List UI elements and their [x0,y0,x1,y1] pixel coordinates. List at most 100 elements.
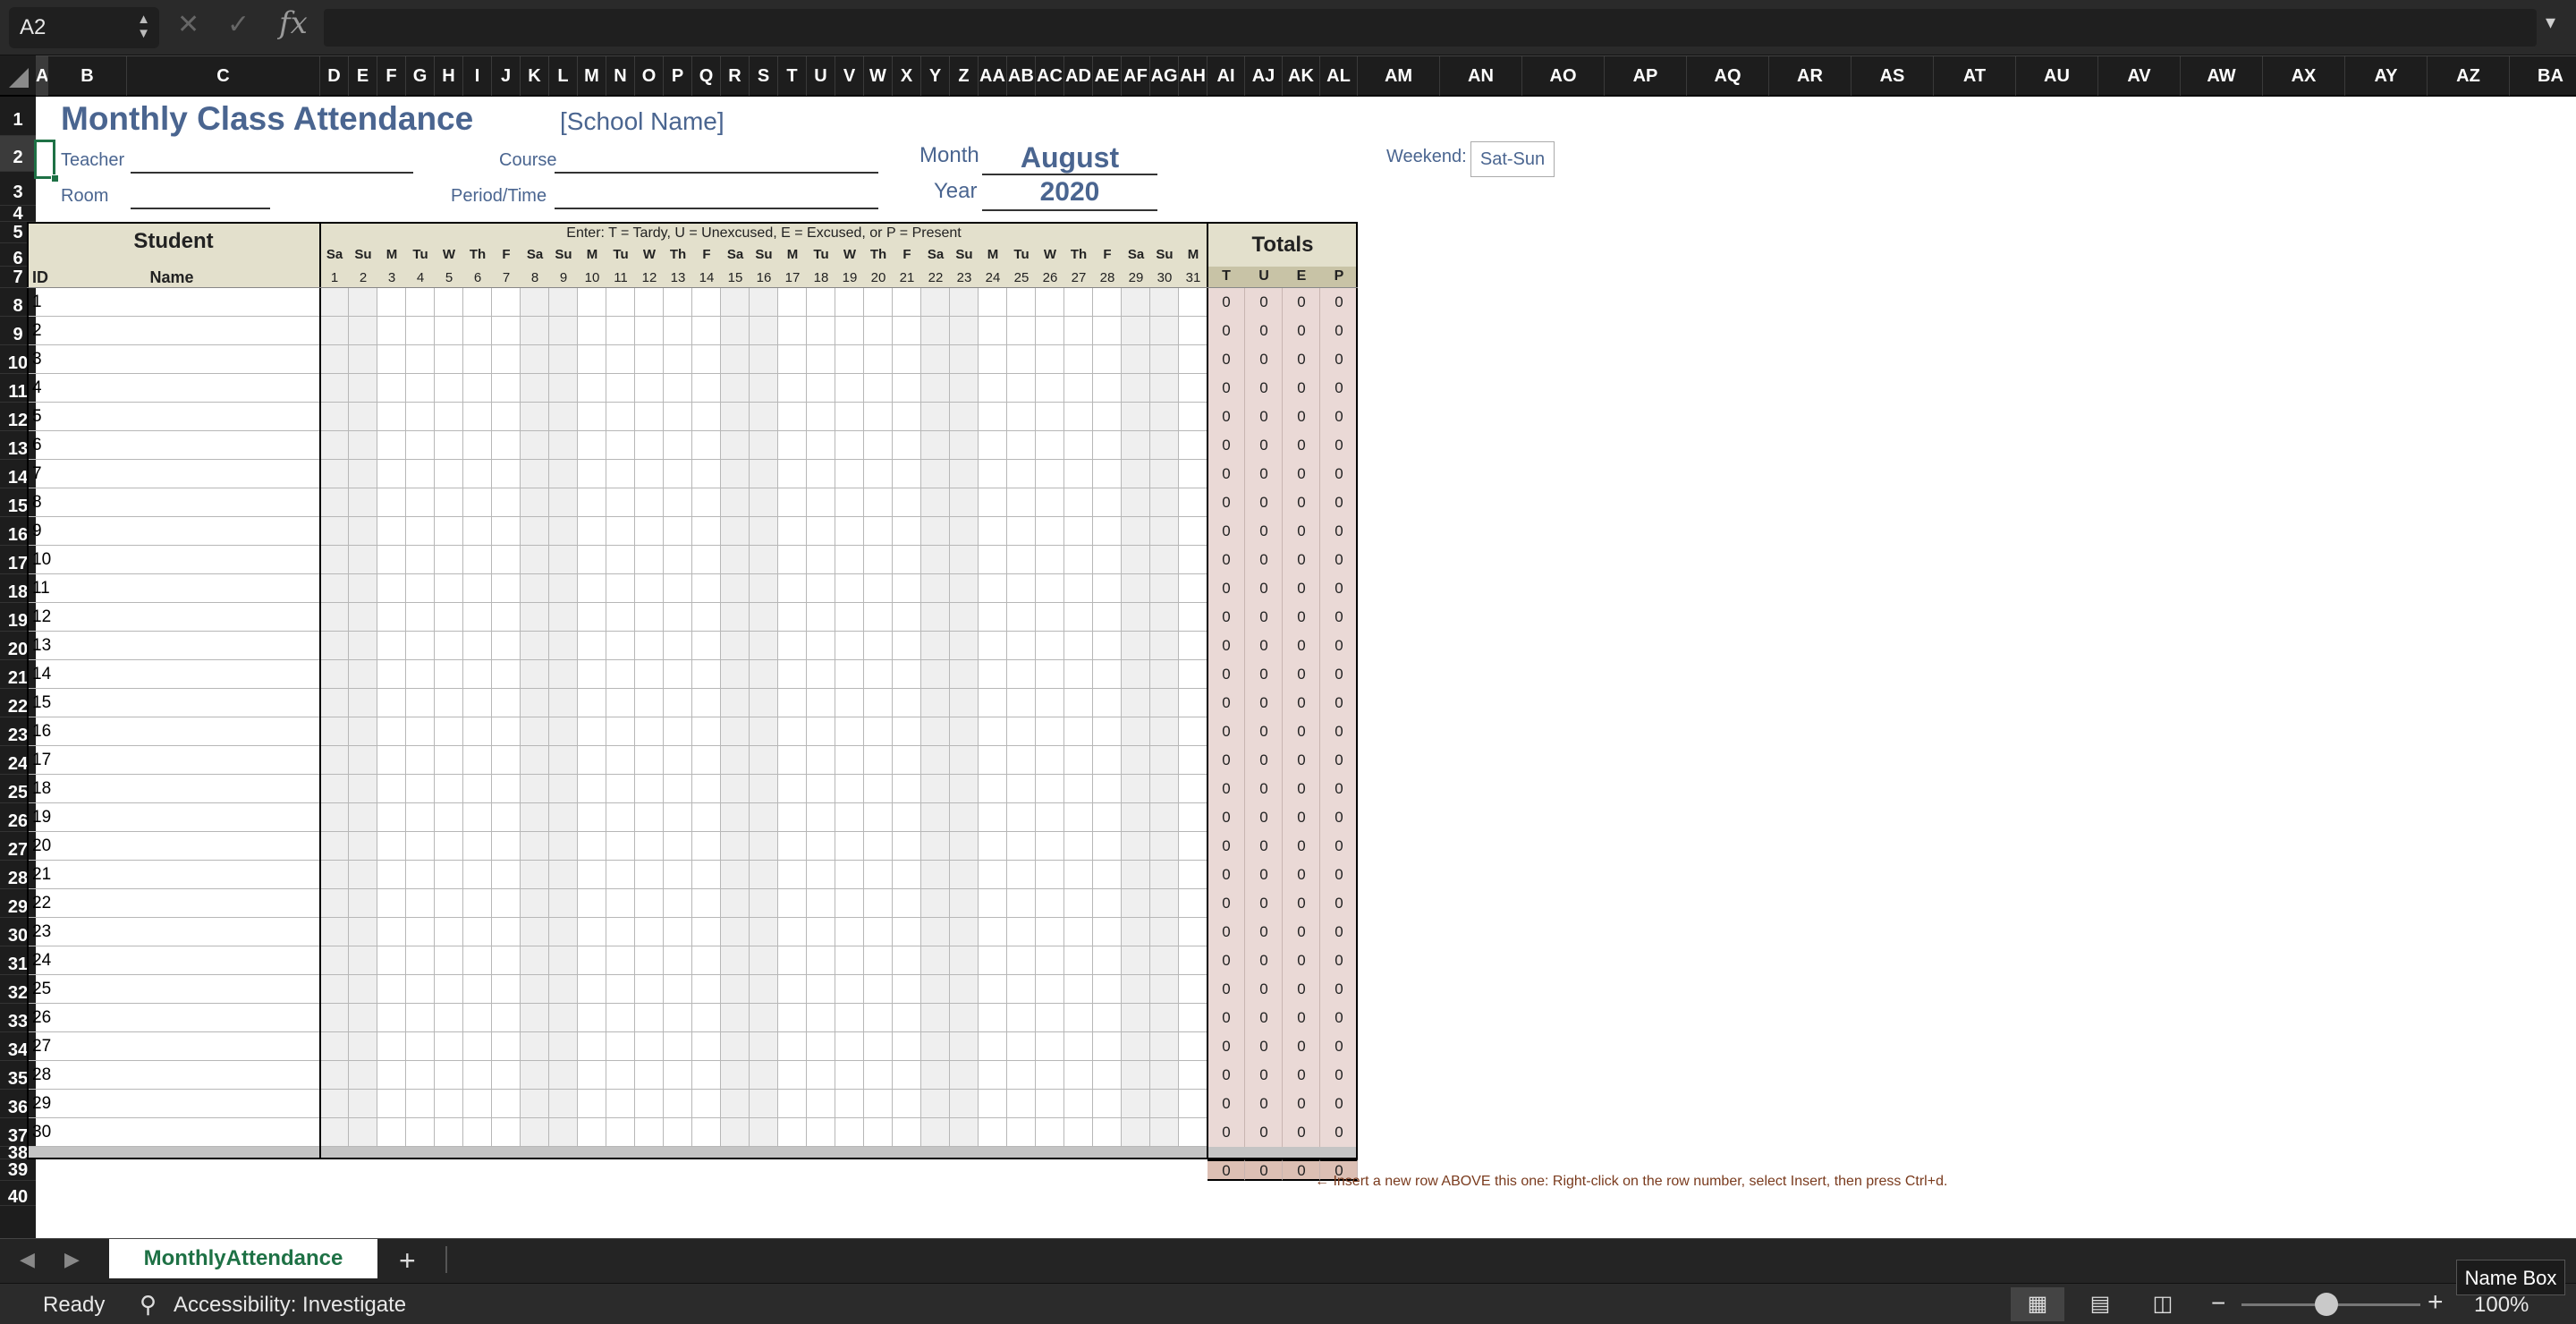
column-header[interactable]: AT [1934,56,2016,96]
month-field[interactable]: August [982,141,1157,175]
column-header[interactable]: C [127,56,320,96]
column-header[interactable]: U [807,56,835,96]
accessibility-status[interactable]: Accessibility: Investigate [174,1293,406,1318]
zoom-level[interactable]: 100% [2474,1293,2529,1318]
zoom-slider-thumb[interactable] [2315,1293,2338,1316]
tab-monthly-attendance[interactable]: MonthlyAttendance [109,1239,377,1278]
column-header[interactable]: Q [692,56,721,96]
column-header[interactable]: K [521,56,549,96]
column-header[interactable]: AZ [2428,56,2510,96]
row-header[interactable]: 4 [0,205,36,223]
column-header[interactable]: O [635,56,664,96]
column-header[interactable]: T [778,56,807,96]
column-header[interactable]: H [435,56,463,96]
column-header[interactable]: AO [1522,56,1605,96]
column-header[interactable]: AW [2181,56,2263,96]
select-all-button[interactable] [0,55,36,95]
column-header[interactable]: AQ [1687,56,1769,96]
row-header[interactable]: 3 [0,172,36,206]
column-header[interactable]: Y [921,56,950,96]
column-header[interactable]: Z [950,56,979,96]
normal-view-button[interactable]: ▦ [2011,1287,2064,1321]
teacher-label: Teacher [61,150,125,170]
name-box[interactable]: A2 ▲ ▼ [9,7,159,48]
column-header[interactable]: AL [1320,56,1358,96]
period-field[interactable] [555,186,878,209]
column-header[interactable]: AR [1769,56,1852,96]
course-field[interactable] [555,150,878,174]
tab-divider [445,1246,447,1273]
zoom-out-button[interactable]: − [2211,1289,2225,1318]
column-header[interactable]: AK [1283,56,1320,96]
page-layout-icon: ▤ [2089,1292,2111,1316]
course-label: Course [499,150,557,170]
column-header[interactable]: AC [1036,56,1064,96]
column-header[interactable]: F [377,56,406,96]
confirm-formula-icon[interactable]: ✓ [227,9,250,40]
header-divider [27,287,1358,288]
teacher-field[interactable] [131,150,413,174]
add-sheet-button[interactable]: + [399,1244,416,1277]
column-header[interactable]: AN [1440,56,1522,96]
sheet-area[interactable]: Monthly Class Attendance [School Name] T… [27,97,2576,1238]
accessibility-icon[interactable]: ⚲ [140,1291,157,1319]
row-header[interactable]: 2 [0,136,36,172]
column-header[interactable]: B [48,56,127,96]
prev-sheet-icon[interactable]: ◀ [20,1248,35,1271]
column-header[interactable]: AD [1064,56,1093,96]
column-header[interactable]: S [750,56,778,96]
column-header[interactable]: D [320,56,349,96]
column-header[interactable]: G [406,56,435,96]
column-header[interactable]: AP [1605,56,1687,96]
column-header[interactable]: J [492,56,521,96]
column-header[interactable]: AX [2263,56,2345,96]
weekend-dropdown[interactable]: Sat-Sun [1470,141,1555,177]
column-header[interactable]: L [549,56,578,96]
status-bar: Ready ⚲ Accessibility: Investigate ▦ ▤ ◫… [0,1283,2576,1324]
cancel-formula-icon[interactable]: ✕ [177,9,199,40]
select-all-icon [9,68,29,88]
column-header[interactable]: E [349,56,377,96]
page-break-view-button[interactable]: ◫ [2136,1287,2190,1321]
column-header[interactable]: W [864,56,893,96]
row-header[interactable]: 1 [0,97,36,136]
column-header[interactable]: AE [1093,56,1122,96]
column-header[interactable]: X [893,56,921,96]
row-header[interactable]: 39 [0,1159,36,1181]
column-header[interactable]: AY [2345,56,2428,96]
column-header[interactable]: N [606,56,635,96]
column-header[interactable]: A [36,56,48,96]
fill-handle[interactable] [51,174,59,182]
column-header[interactable]: AG [1150,56,1179,96]
room-label: Room [61,186,109,206]
column-header[interactable]: AM [1358,56,1440,96]
column-header[interactable]: AJ [1245,56,1283,96]
column-header[interactable]: AH [1179,56,1208,96]
column-header[interactable]: V [835,56,864,96]
row-header[interactable]: 40 [0,1181,36,1207]
column-header[interactable]: AU [2016,56,2098,96]
formula-input[interactable] [324,9,2537,47]
column-header[interactable]: P [664,56,692,96]
column-header[interactable]: M [578,56,606,96]
totals-divider [1207,222,1208,1159]
name-box-arrows-icon[interactable]: ▲ ▼ [137,13,150,41]
column-header[interactable]: BA [2510,56,2576,96]
zoom-in-button[interactable]: + [2428,1287,2444,1318]
expand-formula-bar-icon[interactable]: ▾ [2546,11,2555,34]
column-header[interactable]: I [463,56,492,96]
insert-function-icon[interactable]: fx [279,5,308,41]
room-field[interactable] [131,186,270,209]
column-header[interactable]: AV [2098,56,2181,96]
year-field[interactable]: 2020 [982,177,1157,211]
grand-total-value: 0 [1259,1162,1268,1179]
page-layout-view-button[interactable]: ▤ [2073,1287,2127,1321]
next-sheet-icon[interactable]: ▶ [64,1248,80,1271]
column-header[interactable]: AB [1007,56,1036,96]
column-header[interactable]: AI [1208,56,1245,96]
column-header[interactable]: AF [1122,56,1150,96]
selected-cell-a2[interactable] [34,140,55,179]
column-header[interactable]: AS [1852,56,1934,96]
column-header[interactable]: AA [979,56,1007,96]
column-header[interactable]: R [721,56,750,96]
